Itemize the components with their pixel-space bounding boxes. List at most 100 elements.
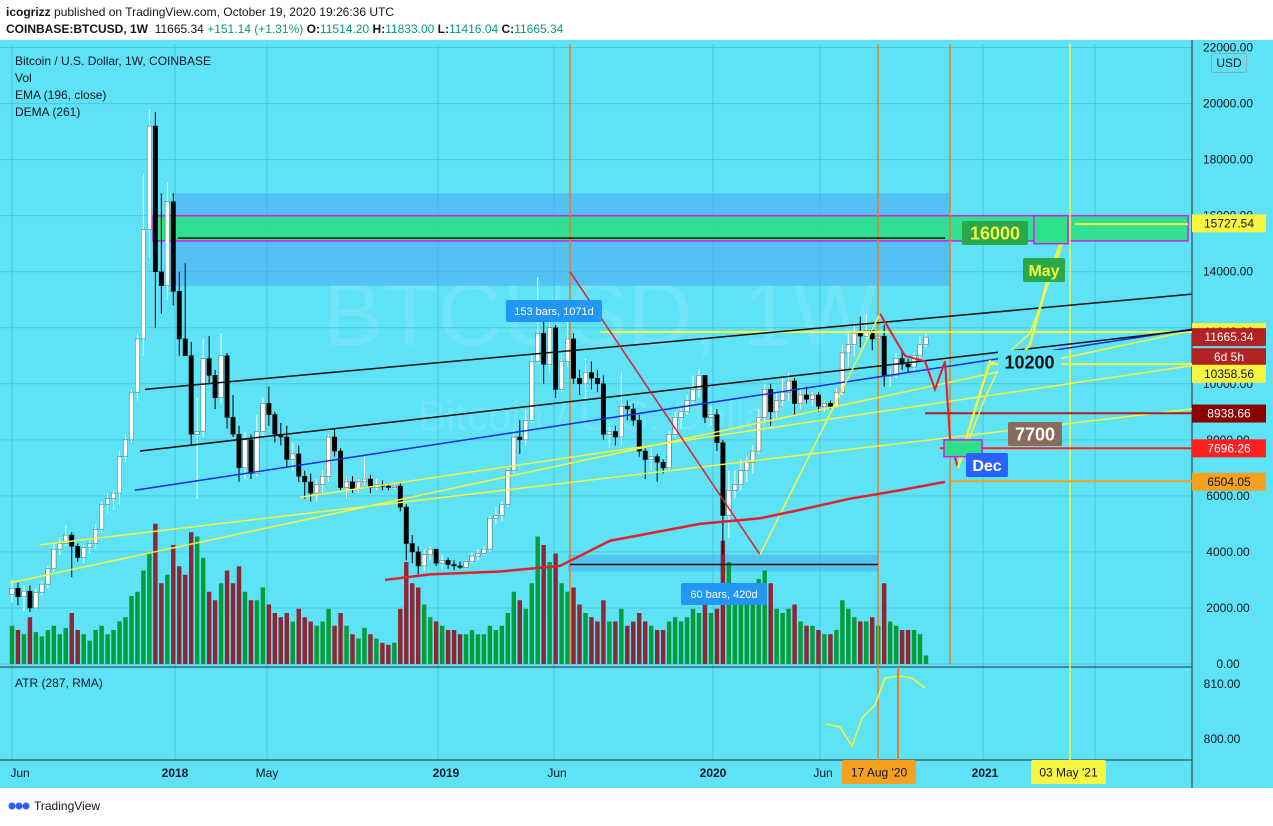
- candle-body: [744, 462, 750, 471]
- volume-bar: [326, 608, 331, 664]
- volume-bar: [583, 613, 588, 664]
- candle-body: [218, 355, 224, 399]
- volume-bar: [637, 613, 642, 664]
- volume-bar: [870, 617, 875, 664]
- candle-body: [594, 377, 600, 385]
- candle-body: [845, 344, 851, 354]
- candle-body: [893, 358, 899, 376]
- volume-bar: [559, 583, 564, 664]
- time-tick: 2018: [162, 766, 189, 780]
- price-change: +151.14 (+1.31%): [207, 22, 304, 36]
- legend-vol[interactable]: Vol: [15, 70, 211, 87]
- legend-atr[interactable]: ATR (287, RMA): [15, 676, 103, 690]
- candle-body: [57, 543, 63, 550]
- candle-body: [535, 333, 541, 362]
- volume-bar: [887, 621, 893, 664]
- candle-body: [917, 344, 923, 357]
- legend-dema[interactable]: DEMA (261): [15, 104, 211, 121]
- atr-line: [825, 675, 926, 748]
- volume-bar: [99, 625, 104, 664]
- price-tick: 2000.00: [1206, 601, 1250, 615]
- candle-body: [158, 271, 164, 286]
- volume-bar: [374, 638, 379, 664]
- volume-bar: [189, 532, 194, 664]
- volume-bar: [320, 621, 325, 664]
- candle-body: [9, 588, 15, 595]
- volume-bar: [768, 583, 773, 664]
- candle-body: [481, 548, 487, 554]
- candle-body: [738, 470, 744, 485]
- volume-bar: [523, 608, 528, 664]
- volume-bar: [840, 600, 845, 664]
- volume-bar: [87, 640, 92, 664]
- candle-body: [654, 456, 660, 463]
- candle-body: [87, 543, 93, 548]
- candle-body: [577, 377, 582, 385]
- legend-title[interactable]: Bitcoin / U.S. Dollar, 1W, COINBASE: [15, 53, 211, 70]
- volume-bar: [194, 536, 200, 664]
- candle-body: [39, 583, 45, 593]
- tradingview-logo[interactable]: TradingView: [8, 799, 100, 813]
- candle-body: [290, 453, 296, 460]
- quote-line: COINBASE:BTCUSD, 1W 11665.34 +151.14 (+1…: [6, 22, 563, 36]
- volume-bar: [457, 634, 463, 664]
- candle-body: [816, 394, 821, 407]
- volume-bar: [398, 608, 403, 664]
- candle-body: [881, 335, 887, 376]
- candle-body: [350, 481, 355, 490]
- volume-bar: [266, 604, 272, 664]
- volume-bar: [254, 600, 260, 664]
- price-axis[interactable]: 22000.0020000.0018000.0016000.0014000.00…: [1203, 41, 1253, 746]
- volume-bar: [905, 630, 911, 664]
- candle-body: [146, 125, 152, 230]
- dec-label: Dec: [972, 458, 1001, 475]
- low-label: L:: [437, 22, 449, 36]
- time-tick: Jun: [10, 766, 29, 780]
- symbol-label[interactable]: COINBASE:BTCUSD, 1W: [6, 22, 148, 36]
- volume-bar: [135, 591, 140, 664]
- target-label: 16000: [970, 223, 1020, 243]
- candle-body: [51, 548, 57, 569]
- currency-button[interactable]: USD: [1211, 53, 1247, 73]
- candle-body: [21, 590, 27, 598]
- close-value: 11665.34: [514, 22, 564, 36]
- candle-body: [798, 394, 803, 404]
- volume-bar: [505, 613, 511, 664]
- volume-bar: [141, 570, 146, 664]
- candle-body: [600, 383, 606, 435]
- volume-bar: [260, 587, 266, 664]
- publish-line: icogrizz published on TradingView.com, O…: [6, 5, 394, 19]
- volume-bar: [421, 604, 427, 664]
- volume-bar: [589, 617, 594, 664]
- candle-body: [314, 484, 320, 494]
- volume-bar: [565, 591, 570, 664]
- legend-ema[interactable]: EMA (196, close): [15, 87, 211, 104]
- volume-bar: [278, 617, 284, 664]
- candle-body: [708, 414, 714, 418]
- volume-bar: [21, 634, 27, 664]
- price-tick: 20000.00: [1203, 97, 1253, 111]
- volume-bar: [410, 583, 415, 664]
- volume-bar: [224, 570, 230, 664]
- volume-bar: [368, 634, 373, 664]
- price-label: 15727.54: [1204, 216, 1254, 230]
- price-tick: 14000.00: [1203, 265, 1253, 279]
- volume-bar: [881, 583, 887, 664]
- candle-body: [690, 389, 696, 401]
- volume-bar: [230, 583, 236, 664]
- candle-body: [397, 485, 403, 508]
- volume-bar: [117, 621, 122, 664]
- candle-body: [176, 291, 182, 340]
- candle-body: [308, 481, 314, 494]
- volume-bar: [499, 625, 505, 664]
- publisher-name[interactable]: icogrizz: [6, 5, 51, 19]
- candle-body: [421, 554, 427, 567]
- price-chart[interactable]: BTCUSD, 1W Bitcoin / U.S. Dollar 16000Ma…: [0, 40, 1273, 788]
- volume-bar: [607, 621, 612, 664]
- time-tick: 2019: [433, 766, 460, 780]
- candle-body: [272, 414, 278, 435]
- volume-bar: [595, 621, 600, 664]
- volume-bar: [798, 621, 803, 664]
- volume-bar: [672, 617, 678, 664]
- candle-body: [589, 372, 594, 379]
